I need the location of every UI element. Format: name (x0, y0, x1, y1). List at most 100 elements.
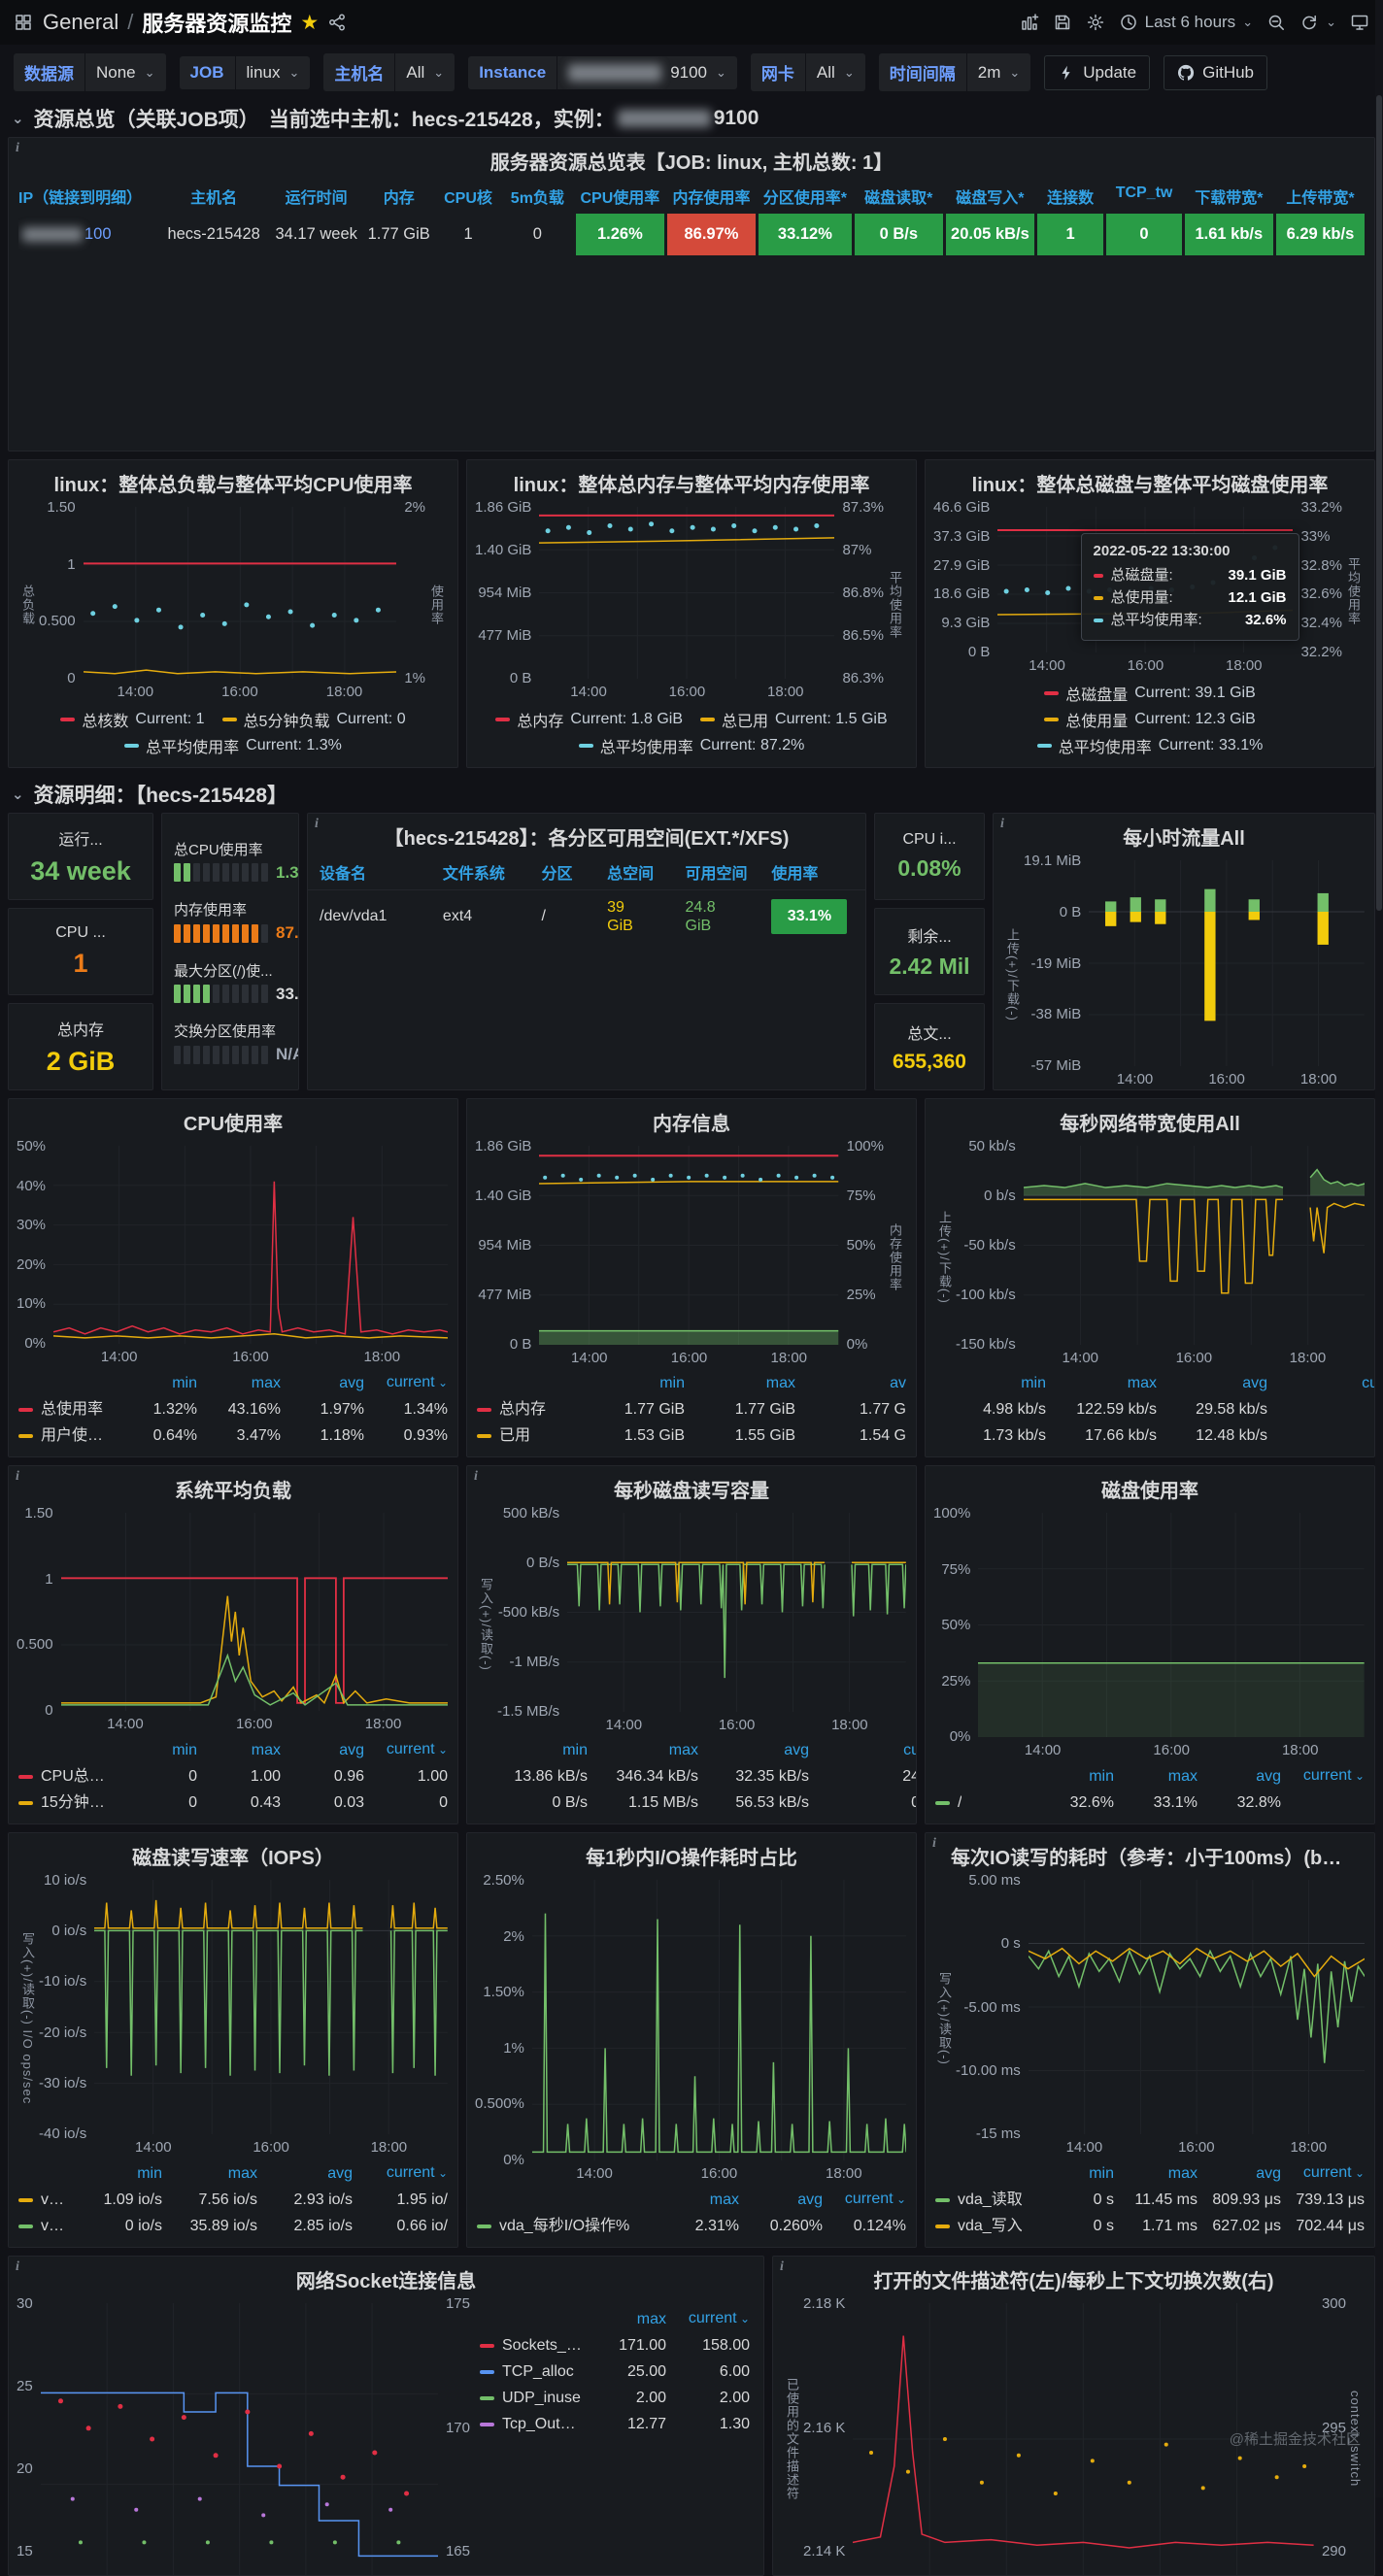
panel-title[interactable]: 每秒磁盘读写容量 (467, 1466, 916, 1507)
panel-title[interactable]: 服务器资源总览表【JOB: linux, 主机总数: 1】 (9, 138, 1374, 179)
legend-sort-current[interactable]: current ⌄ (364, 1736, 448, 1763)
stat-title[interactable]: CPU ... (55, 924, 106, 942)
plot-area[interactable] (1029, 1880, 1365, 2134)
legend-sort-max[interactable]: max (197, 1370, 281, 1396)
legend-sort-min[interactable]: min (1030, 2160, 1114, 2187)
legend-item[interactable]: 总平均使用率 Current: 33.1% (1036, 734, 1263, 757)
plot-area[interactable] (61, 1513, 448, 1711)
panel-title[interactable]: linux：整体总内存与整体平均内存使用率 (467, 460, 916, 501)
github-button[interactable]: GitHub (1164, 54, 1268, 90)
breadcrumb-section[interactable]: General (43, 10, 118, 35)
column-header[interactable]: 内存 (363, 184, 434, 208)
legend-item[interactable]: 总内存 Current: 1.8 GiB (495, 708, 683, 731)
column-header[interactable]: 下载带宽* (1185, 184, 1273, 208)
share-icon[interactable] (327, 13, 347, 32)
legend-item[interactable]: 总已用 Current: 1.5 GiB (700, 708, 888, 731)
series-toggle[interactable]: 总内存 (499, 1396, 546, 1422)
legend-sort-min[interactable]: min (574, 1370, 685, 1396)
plot-area[interactable] (978, 1513, 1365, 1737)
plot-area[interactable]: 2022-05-22 13:30:00 总磁盘量: 39.1 GiB 总使用量: 1… (997, 507, 1299, 652)
row-overview-toggle[interactable]: ⌄ 资源总览（关联JOB项） 当前选中主机：hecs-215428，实例： 910… (8, 100, 1375, 137)
column-header[interactable]: 连接数 (1037, 184, 1103, 208)
panel-title[interactable]: 每小时流量All (994, 814, 1374, 854)
panel-title[interactable]: 系统平均负载 (9, 1466, 457, 1507)
legend-sort-max[interactable]: max (1046, 1370, 1157, 1396)
panel-title[interactable]: 打开的文件描述符(左)/每秒上下文切换次数(右) (773, 2257, 1374, 2297)
panel-title[interactable]: 磁盘读写速率（IOPS） (9, 1833, 457, 1874)
legend-item[interactable]: 总磁盘量 Current: 39.1 GiB (1044, 682, 1256, 705)
column-header[interactable]: 上传带宽* (1276, 184, 1365, 208)
legend-sort-current[interactable]: current ⌄ (666, 2305, 750, 2332)
legend-item[interactable]: 总使用量 Current: 12.3 GiB (1044, 708, 1256, 731)
plot-area[interactable] (532, 1880, 906, 2160)
legend-sort-min[interactable]: min (477, 1737, 588, 1763)
panel-info-icon[interactable]: i (780, 2259, 784, 2275)
plot-area[interactable] (1089, 860, 1365, 1066)
series-toggle[interactable]: 总使用率 (41, 1396, 103, 1422)
legend-sort-min[interactable]: min (935, 1370, 1046, 1396)
panel-title[interactable]: linux：整体总负载与整体平均CPU使用率 (9, 460, 457, 501)
stat-title[interactable]: 总文... (907, 1020, 951, 1044)
panel-info-icon[interactable]: i (474, 1469, 478, 1485)
legend-sort-max[interactable]: max (685, 1370, 795, 1396)
column-header[interactable]: 磁盘写入* (946, 184, 1034, 208)
legend-sort-max[interactable]: max (162, 2160, 257, 2187)
column-header[interactable]: 分区使用率* (759, 184, 852, 208)
legend-sort-cu[interactable]: cu (809, 1737, 916, 1763)
column-header[interactable]: 设备名 (320, 860, 443, 884)
legend-item[interactable]: 总平均使用率 Current: 1.3% (124, 734, 342, 757)
legend-sort-min[interactable]: min (114, 1737, 197, 1763)
series-toggle[interactable]: vda_写入 (41, 2187, 67, 2213)
series-toggle[interactable]: 用户使用率 (41, 1422, 114, 1449)
column-header[interactable]: 主机名 (158, 184, 269, 208)
plot-area[interactable] (94, 1880, 448, 2134)
variable-value-dropdown[interactable]: All ⌄ (394, 53, 455, 91)
panel-title[interactable]: 磁盘使用率 (926, 1466, 1374, 1507)
series-toggle[interactable]: vda_读取 (958, 2187, 1023, 2213)
series-toggle[interactable]: Tcp_OutSegs (502, 2411, 583, 2437)
panel-info-icon[interactable]: i (932, 1836, 936, 1852)
legend-sort-current[interactable]: current ⌄ (1281, 1762, 1365, 1790)
legend-sort-max[interactable]: max (588, 1737, 698, 1763)
legend-sort-current[interactable]: current ⌄ (823, 2186, 906, 2213)
plot-area[interactable] (539, 507, 834, 679)
plot-area[interactable] (84, 507, 397, 679)
series-toggle[interactable]: vda_读取 (41, 2213, 67, 2239)
zoom-out-button[interactable] (1266, 13, 1286, 32)
variable-value-dropdown[interactable]: None ⌄ (84, 53, 166, 91)
variable-value-dropdown[interactable]: linux ⌄ (234, 55, 311, 89)
dashboard-settings-button[interactable] (1086, 13, 1105, 32)
legend-sort-av[interactable]: av (795, 1370, 906, 1396)
series-toggle[interactable]: vda_写入 (958, 2213, 1023, 2239)
legend-sort-avg[interactable]: avg (739, 2187, 823, 2213)
legend-sort-current[interactable]: current ⌄ (364, 1369, 448, 1396)
column-header[interactable]: 磁盘读取* (855, 184, 943, 208)
legend-sort-max[interactable]: max (1114, 2160, 1197, 2187)
series-toggle[interactable]: vda_每秒I/O操作% (499, 2213, 629, 2239)
legend-item[interactable]: 总核数 Current: 1 (60, 708, 205, 731)
panel-info-icon[interactable]: i (16, 1469, 19, 1485)
column-header[interactable]: 运行时间 (272, 184, 360, 208)
series-toggle[interactable]: 已用 (499, 1422, 530, 1449)
panel-title[interactable]: 网络Socket连接信息 (9, 2257, 763, 2297)
series-toggle[interactable]: CPU总核数 (41, 1763, 114, 1790)
series-toggle[interactable]: Sockets_used (right-y) (502, 2332, 583, 2359)
column-header[interactable]: 使用率 (771, 860, 854, 884)
panel-title[interactable]: 内存信息 (467, 1099, 916, 1140)
column-header[interactable]: CPU使用率 (576, 184, 664, 208)
legend-sort-avg[interactable]: avg (281, 1370, 364, 1396)
update-button[interactable]: Update (1044, 54, 1151, 90)
legend-sort-min[interactable]: min (67, 2160, 162, 2187)
scrollbar-thumb[interactable] (1376, 95, 1382, 911)
plot-area[interactable] (567, 1513, 906, 1712)
favorite-star-icon[interactable]: ★ (300, 11, 319, 35)
column-header[interactable]: 分区 (541, 860, 607, 884)
column-header[interactable]: 5m负载 (502, 184, 573, 208)
plot-area[interactable] (53, 1146, 448, 1344)
column-header[interactable]: 文件系统 (443, 860, 542, 884)
stat-title[interactable]: 运行... (58, 826, 102, 850)
page-scrollbar[interactable] (1375, 0, 1383, 2497)
legend-sort-avg[interactable]: avg (1197, 2160, 1281, 2187)
plot-area[interactable] (1023, 1146, 1365, 1345)
panel-info-icon[interactable]: i (315, 817, 319, 832)
